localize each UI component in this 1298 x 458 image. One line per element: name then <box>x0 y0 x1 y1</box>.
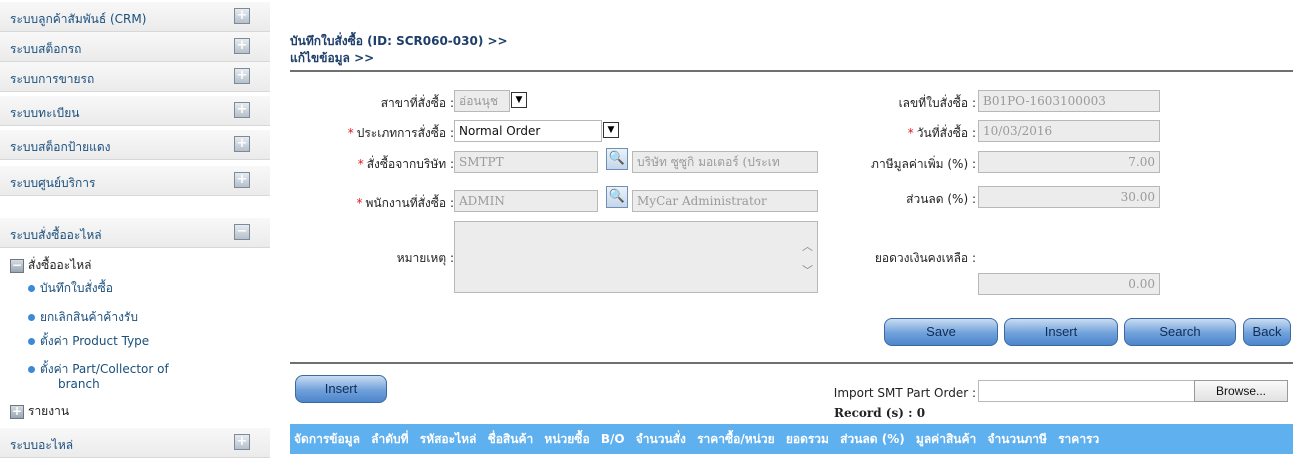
column-header[interactable]: ชื่อสินค้า <box>488 432 534 446</box>
column-header[interactable]: ราคารว <box>1058 432 1099 446</box>
supplier-label: * สั่งซื้อจากบริษัท : <box>357 157 454 171</box>
sub-item-label: ยกเลิกสินค้าค้างรับ <box>40 310 138 324</box>
main-content: บันทึกใบสั่งซื้อ (ID: SCR060-030) >> แก้… <box>288 0 1293 457</box>
bullet-dot-icon <box>28 366 35 373</box>
import-file-field[interactable] <box>978 380 1195 402</box>
column-header[interactable]: B/O <box>601 432 625 446</box>
chevron-down-icon[interactable]: ▼ <box>603 122 619 138</box>
sub-item-product-type[interactable]: ตั้งค่า Product Type <box>28 332 149 351</box>
menu-red-plate-stock[interactable]: ระบบสต็อกป้ายแดง + <box>0 130 270 160</box>
column-header[interactable]: ราคาซื้อ/หน่วย <box>697 432 775 446</box>
branch-select[interactable]: อ่อนนุช <box>454 90 510 112</box>
vat-field[interactable]: 7.00 <box>978 151 1160 173</box>
po-number-label: เลขที่ใบสั่งซื้อ : <box>898 96 976 110</box>
vat-label: ภาษีมูลค่าเพิ่ม (%) : <box>871 157 976 171</box>
insert-row-button[interactable]: Insert <box>295 375 387 403</box>
expand-icon[interactable]: + <box>234 434 250 450</box>
sub-item-label: ตั้งค่า Part/Collector of <box>40 362 169 376</box>
remark-label: หมายเหตุ : <box>396 251 454 265</box>
menu-car-stock[interactable]: ระบบสต็อกรถ + <box>0 32 270 62</box>
employee-label: * พนักงานที่สั่งซื้อ : <box>356 196 454 210</box>
menu-label: ระบบทะเบียน <box>10 106 80 120</box>
menu-registration[interactable]: ระบบทะเบียน + <box>0 96 270 126</box>
search-button[interactable]: Search <box>1124 318 1236 346</box>
column-header[interactable]: ยอดรวม <box>786 432 829 446</box>
column-header[interactable]: รหัสอะไหล่ <box>420 432 477 446</box>
expand-icon[interactable]: + <box>10 404 24 419</box>
chevron-down-icon[interactable]: ﹀ <box>802 262 813 278</box>
menu-parts-ordering[interactable]: ระบบสั่งซื้ออะไหล่ − <box>0 218 270 248</box>
expand-icon[interactable]: + <box>234 172 250 188</box>
column-header[interactable]: ส่วนลด (%) <box>840 432 905 446</box>
bullet-dot-icon <box>28 338 35 345</box>
employee-name-field: MyCar Administrator <box>632 190 818 212</box>
order-type-select[interactable]: Normal Order <box>454 120 602 142</box>
column-header[interactable]: ลำดับที่ <box>371 432 408 446</box>
bullet-dot-icon <box>28 285 35 292</box>
record-count: Record (s) : 0 <box>834 406 926 420</box>
menu-service-center[interactable]: ระบบศูนย์บริการ + <box>0 166 270 196</box>
divider <box>290 362 1293 364</box>
magnifier-icon[interactable]: 🔍 <box>606 148 628 170</box>
back-button[interactable]: Back <box>1243 318 1291 346</box>
sub-item-label: บันทึกใบสั่งซื้อ <box>40 281 114 295</box>
column-header[interactable]: มูลค่าสินค้า <box>916 432 976 446</box>
submenu-parts-order[interactable]: − สั่งซื้ออะไหล่ <box>10 256 92 275</box>
discount-label: ส่วนลด (%) : <box>906 192 976 206</box>
menu-label: ระบบสั่งซื้ออะไหล่ <box>10 228 102 242</box>
page-subtitle: แก้ไขข้อมูล >> <box>290 51 375 65</box>
submenu-label: สั่งซื้ออะไหล่ <box>28 258 92 272</box>
balance-field: 0.00 <box>978 273 1160 295</box>
browse-button[interactable]: Browse... <box>1194 380 1288 402</box>
menu-car-sales[interactable]: ระบบการขายรถ + <box>0 62 270 92</box>
expand-icon[interactable]: + <box>234 38 250 54</box>
save-button[interactable]: Save <box>884 318 998 346</box>
menu-label: ระบบการขายรถ <box>10 72 95 86</box>
supplier-code-field[interactable]: SMTPT <box>454 151 598 173</box>
submenu-report[interactable]: + รายงาน <box>10 402 69 421</box>
divider <box>290 70 1293 72</box>
sub-item-label: branch <box>58 377 100 391</box>
column-header[interactable]: จำนวนภาษี <box>987 432 1046 446</box>
expand-icon[interactable]: + <box>234 136 250 152</box>
order-date-field[interactable]: 10/03/2016 <box>978 120 1160 142</box>
chevron-up-icon[interactable]: ︿ <box>802 238 813 254</box>
submenu-label: รายงาน <box>28 404 70 418</box>
sub-item-cancel-pending[interactable]: ยกเลิกสินค้าค้างรับ <box>28 308 138 327</box>
table-header: จัดการข้อมูล ลำดับที่ รหัสอะไหล่ ชื่อสิน… <box>290 424 1293 454</box>
order-date-label: * วันที่สั่งซื้อ : <box>907 126 976 140</box>
sidebar: ระบบลูกค้าสัมพันธ์ (CRM) + ระบบสต็อกรถ +… <box>0 0 270 458</box>
magnifier-icon[interactable]: 🔍 <box>606 186 628 208</box>
expand-icon[interactable]: + <box>234 68 250 84</box>
menu-crm[interactable]: ระบบลูกค้าสัมพันธ์ (CRM) + <box>0 2 270 32</box>
employee-code-field[interactable]: ADMIN <box>454 190 598 212</box>
column-header[interactable]: จำนวนสั่ง <box>636 432 686 446</box>
expand-icon[interactable]: + <box>234 102 250 118</box>
sub-item-part-collector-cont[interactable]: branch <box>58 377 100 391</box>
collapse-icon[interactable]: − <box>10 258 24 273</box>
column-header[interactable]: จัดการข้อมูล <box>294 432 360 446</box>
order-type-label: * ประเภทการสั่งซื้อ : <box>347 126 454 140</box>
sub-item-label: ตั้งค่า Product Type <box>40 334 150 348</box>
bullet-dot-icon <box>28 314 35 321</box>
collapse-icon[interactable]: − <box>234 224 250 240</box>
menu-label: ระบบสต็อกป้ายแดง <box>10 140 111 154</box>
expand-icon[interactable]: + <box>234 8 250 24</box>
balance-label: ยอดวงเงินคงเหลือ : <box>874 251 976 265</box>
remark-textarea[interactable]: ︿ ﹀ <box>454 221 818 293</box>
column-header[interactable]: หน่วยซื้อ <box>544 432 589 446</box>
menu-label: ระบบสต็อกรถ <box>10 42 82 56</box>
chevron-down-icon[interactable]: ▼ <box>511 92 527 108</box>
supplier-name-field: บริษัท ซูซูกิ มอเตอร์ (ประเท <box>632 151 818 173</box>
po-number-field: B01PO-1603100003 <box>978 90 1160 112</box>
import-label: Import SMT Part Order : <box>833 386 976 400</box>
branch-label: สาขาที่สั่งซื้อ : <box>380 96 454 110</box>
menu-parts[interactable]: ระบบอะไหล่ + <box>0 428 270 458</box>
insert-button[interactable]: Insert <box>1004 318 1118 346</box>
menu-label: ระบบอะไหล่ <box>10 438 74 452</box>
sub-item-po-entry[interactable]: บันทึกใบสั่งซื้อ <box>28 279 113 298</box>
discount-field[interactable]: 30.00 <box>978 186 1160 208</box>
menu-label: ระบบศูนย์บริการ <box>10 176 96 190</box>
menu-label: ระบบลูกค้าสัมพันธ์ (CRM) <box>10 12 147 26</box>
